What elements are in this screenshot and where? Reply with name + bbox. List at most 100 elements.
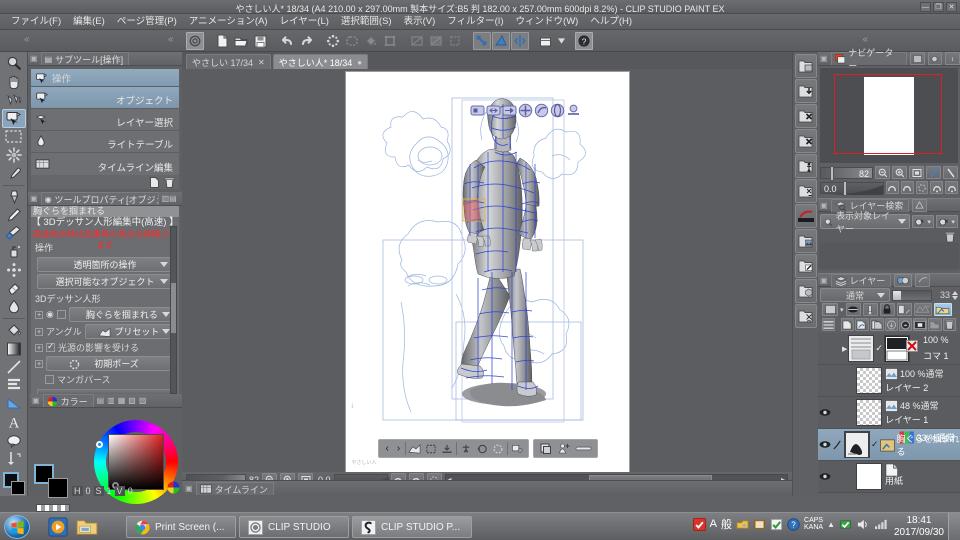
layer-check-icon[interactable]: ✓ (875, 343, 883, 354)
tool-property-scrollbar[interactable] (170, 226, 177, 394)
layer-menu-icon[interactable] (822, 318, 835, 331)
symmetry-snap-icon[interactable] (511, 32, 529, 50)
decoration-tool[interactable] (2, 261, 26, 279)
quick-access-effect-icon[interactable] (795, 179, 817, 203)
sub-tool-item-operation[interactable]: 操作 (31, 69, 179, 87)
frame-border-tool[interactable] (2, 376, 26, 394)
new-raster-layer-icon[interactable] (841, 318, 854, 331)
pencil-tool[interactable] (2, 206, 26, 224)
select-all-icon[interactable] (408, 32, 426, 50)
fill-selection-icon[interactable] (343, 32, 361, 50)
quick-access-edit-icon[interactable] (795, 254, 817, 278)
page-manage-dropdown-icon[interactable] (557, 32, 566, 50)
selectable-object-combo[interactable]: 選択可能なオブジェクト (37, 274, 173, 289)
explorer-icon[interactable] (76, 518, 98, 536)
approximate-color-tab[interactable]: ▧ (128, 396, 136, 405)
hsv-s-value[interactable]: 1 (107, 486, 112, 496)
correct-line-tool[interactable] (2, 450, 26, 468)
color-swatch-tool[interactable] (3, 472, 25, 496)
add-figure-icon[interactable] (557, 442, 571, 455)
pose-preset-icon[interactable] (408, 443, 422, 455)
zoom-in-icon-nav[interactable] (892, 166, 907, 179)
layer-visibility-toggle[interactable] (818, 461, 831, 492)
light-checkbox[interactable] (46, 343, 55, 352)
color-mode-icon[interactable] (167, 481, 180, 496)
intermediate-color-tab[interactable]: ▦ (118, 396, 126, 405)
open-file-icon[interactable] (232, 32, 250, 50)
reset-pose-icon[interactable] (459, 443, 473, 455)
transparent-area-combo[interactable]: 透明箇所の操作 (37, 257, 173, 272)
combine-mode-icon[interactable] (846, 303, 861, 316)
reset-rotate-icon-nav[interactable] (916, 181, 929, 194)
palette-color-icon[interactable] (822, 303, 838, 316)
quick-access-misc-icon[interactable] (795, 304, 817, 328)
rotate-v-icon[interactable] (550, 103, 565, 118)
panel-grip-icon-6[interactable]: ▣ (820, 201, 828, 210)
head-pose-icon[interactable] (475, 443, 489, 455)
rotate-reset2-icon[interactable] (930, 181, 943, 194)
layer-link-col[interactable] (831, 429, 842, 460)
close-button[interactable]: ✕ (946, 2, 957, 12)
initial-pose-button[interactable]: 初期ポーズ (46, 356, 175, 371)
prev-model-icon[interactable]: ‹ (383, 443, 392, 454)
menu-item-help[interactable]: ヘルプ(H) (584, 14, 638, 30)
sub-tool-tab[interactable]: ▤ サブツール[操作] (41, 52, 130, 65)
navigator-angle-slider[interactable]: 0.0 (820, 182, 884, 194)
expand-model-icon[interactable]: + (35, 311, 43, 319)
eraser-tool[interactable] (2, 279, 26, 297)
quick-access-delete2-icon[interactable] (795, 129, 817, 153)
document-tab-17[interactable]: やさしい 17/34 ✕ (186, 54, 271, 69)
trash-icon[interactable] (944, 231, 956, 243)
menu-item-filter[interactable]: フィルター(I) (441, 14, 509, 30)
hsv-h-value[interactable]: 0 (86, 486, 91, 496)
panel-grip-icon-4[interactable]: ▣ (185, 484, 193, 493)
menu-item-animation[interactable]: アニメーション(A) (183, 14, 274, 30)
media-player-icon[interactable] (48, 517, 68, 537)
invert-selection-icon[interactable] (446, 32, 464, 50)
register-pose-icon[interactable] (510, 443, 524, 455)
marquee-tool[interactable] (2, 128, 26, 146)
scale-rotate-icon[interactable] (381, 32, 399, 50)
canvas-viewport[interactable]: ‹ › (182, 69, 792, 479)
layer-tab[interactable]: レイヤー (831, 274, 892, 287)
quick-access-delete-icon[interactable] (795, 104, 817, 128)
panel-grip-icon[interactable]: ▣ (30, 54, 38, 63)
filter-add-icon[interactable] (912, 215, 934, 228)
move-ground-icon[interactable] (566, 103, 581, 118)
menu-item-edit[interactable]: 編集(E) (67, 14, 111, 30)
taskbar-button-chrome[interactable]: Print Screen (... (126, 516, 236, 538)
model-combo[interactable]: 胸ぐらを掴まれる (69, 307, 175, 322)
move-z-icon[interactable] (502, 103, 517, 118)
model-checkbox[interactable] (57, 310, 66, 319)
panel-grip-icon-2[interactable]: ▣ (30, 194, 38, 203)
item-bank-tab[interactable] (928, 52, 943, 65)
brush-tool[interactable] (2, 224, 26, 242)
menu-item-window[interactable]: ウィンドウ(W) (510, 14, 585, 30)
tool-property-extra-tabs[interactable]: ▥▤ (162, 194, 177, 203)
network-icon[interactable] (874, 518, 888, 530)
transparent-color-swatch[interactable] (36, 504, 70, 512)
taskbar-clock[interactable]: 18:41 2017/09/30 (894, 515, 944, 539)
expand-light-icon[interactable]: + (35, 344, 43, 352)
panel-grip-icon-3[interactable]: ▣ (32, 396, 40, 405)
minimize-button[interactable]: — (920, 2, 931, 12)
airbrush-tool[interactable] (2, 243, 26, 261)
opacity-value[interactable]: 33 (934, 290, 950, 300)
layer-property-tab[interactable] (894, 274, 912, 287)
start-orb-icon[interactable] (4, 515, 30, 539)
layer-visibility-toggle[interactable] (818, 429, 831, 460)
layer-visibility-toggle[interactable] (818, 397, 831, 428)
table-row[interactable]: 用紙 (818, 461, 960, 493)
table-row[interactable]: 48 %通常 レイヤー 1 (818, 397, 960, 429)
caps-kana-icon[interactable]: CAPS KANA (804, 517, 823, 531)
expand-pose-icon[interactable]: + (35, 360, 43, 368)
information-tab[interactable]: i (945, 52, 960, 65)
save-icon[interactable] (251, 32, 269, 50)
move-xy-icon[interactable] (486, 103, 501, 118)
menu-item-selection[interactable]: 選択範囲(S) (335, 14, 398, 30)
new-file-icon[interactable] (213, 32, 231, 50)
command-bar-grip-left[interactable]: « (24, 34, 30, 45)
text-tool[interactable]: A (2, 413, 26, 431)
next-model-icon[interactable]: › (394, 443, 403, 454)
modified-dot-icon[interactable]: ● (357, 58, 362, 67)
